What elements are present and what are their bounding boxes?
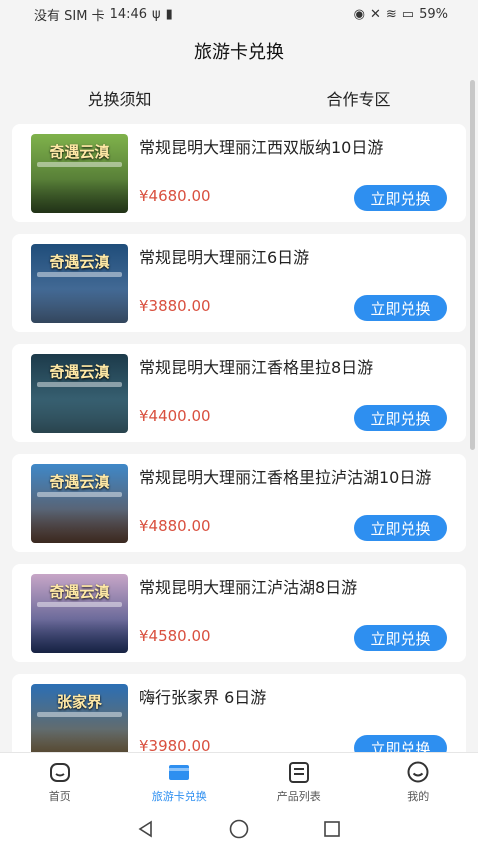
thumbnail-strip [37, 712, 122, 717]
carrier-text: 没有 SIM 卡 [34, 8, 105, 24]
thumbnail-shade [31, 179, 128, 213]
product-title: 常规昆明大理丽江香格里拉8日游 [139, 358, 374, 377]
mute-icon: ✕ [369, 6, 381, 22]
product-card[interactable]: 奇遇云滇 常规昆明大理丽江香格里拉泸沽湖10日游 ¥4880.00 立即兑换 [12, 454, 466, 552]
redeem-button[interactable]: 立即兑换 [354, 185, 447, 211]
nav-item-profile[interactable]: 我的 [359, 753, 478, 809]
home-circle-icon[interactable] [228, 818, 250, 840]
product-price: ¥4400.00 [139, 407, 211, 425]
product-card[interactable]: 奇遇云滇 常规昆明大理丽江香格里拉8日游 ¥4400.00 立即兑换 [12, 344, 466, 442]
product-title: 嗨行张家界 6日游 [139, 688, 267, 707]
product-card[interactable]: 奇遇云滇 常规昆明大理丽江6日游 ¥3880.00 立即兑换 [12, 234, 466, 332]
thumbnail-caption: 奇遇云滇 [49, 583, 110, 601]
thumbnail-shade [31, 509, 128, 543]
thumbnail-shade [31, 619, 128, 653]
battery-icon: ▭ [401, 6, 415, 22]
card-icon [169, 764, 190, 780]
redeem-button[interactable]: 立即兑换 [354, 405, 447, 431]
thumbnail-strip [37, 162, 122, 167]
nav-label: 产品列表 [276, 789, 321, 803]
wifi-icon: ≋ [385, 6, 397, 22]
product-price: ¥4580.00 [139, 627, 211, 645]
status-left: 没有 SIM 卡 14:46 ψ ▮ [34, 5, 173, 24]
product-thumbnail: 奇遇云滇 [31, 574, 128, 653]
product-price: ¥3880.00 [139, 297, 211, 315]
product-title: 常规昆明大理丽江香格里拉泸沽湖10日游 [139, 468, 432, 487]
thumbnail-caption: 奇遇云滇 [49, 143, 110, 161]
product-thumbnail: 奇遇云滇 [31, 354, 128, 433]
product-card[interactable]: 奇遇云滇 常规昆明大理丽江西双版纳10日游 ¥4680.00 立即兑换 [12, 124, 466, 222]
page-title: 旅游卡兑换 [194, 42, 284, 63]
product-title: 常规昆明大理丽江6日游 [139, 248, 310, 267]
tab-redeem-notice[interactable]: 兑换须知 [0, 76, 239, 120]
thumbnail-strip [37, 272, 122, 277]
usb-icon: ψ [152, 6, 161, 22]
thumbnail-caption: 奇遇云滇 [49, 363, 110, 381]
scrollbar[interactable] [470, 80, 475, 450]
product-title: 常规昆明大理丽江泸沽湖8日游 [139, 578, 358, 597]
product-title: 常规昆明大理丽江西双版纳10日游 [139, 138, 384, 157]
notification-icon: ▮ [165, 6, 173, 22]
system-navigation [0, 808, 478, 850]
product-thumbnail: 奇遇云滇 [31, 244, 128, 323]
product-price: ¥4880.00 [139, 517, 211, 535]
nav-item-card-redeem[interactable]: 旅游卡兑换 [120, 753, 240, 809]
tab-partner-zone[interactable]: 合作专区 [239, 76, 478, 120]
status-bar: 没有 SIM 卡 14:46 ψ ▮ ◉ ✕ ≋ ▭ 59% [0, 0, 478, 28]
page-title-bar: 旅游卡兑换 [0, 28, 478, 74]
product-card[interactable]: 奇遇云滇 常规昆明大理丽江泸沽湖8日游 ¥4580.00 立即兑换 [12, 564, 466, 662]
product-thumbnail: 奇遇云滇 [31, 464, 128, 543]
redeem-button[interactable]: 立即兑换 [354, 625, 447, 651]
thumbnail-strip [37, 602, 122, 607]
nav-label: 旅游卡兑换 [151, 789, 207, 803]
nav-item-product-list[interactable]: 产品列表 [239, 753, 359, 809]
eye-icon: ◉ [353, 6, 365, 22]
home-icon [49, 762, 70, 782]
product-price: ¥4680.00 [139, 187, 211, 205]
back-icon[interactable] [136, 819, 156, 839]
redeem-button[interactable]: 立即兑换 [354, 515, 447, 541]
thumbnail-strip [37, 492, 122, 497]
product-thumbnail: 奇遇云滇 [31, 134, 128, 213]
thumbnail-shade [31, 289, 128, 323]
segment-tabs: 兑换须知 合作专区 [0, 76, 478, 120]
profile-icon [407, 761, 429, 782]
thumbnail-caption: 奇遇云滇 [49, 473, 110, 491]
nav-label: 首页 [48, 789, 71, 803]
thumbnail-shade [31, 399, 128, 433]
redeem-button[interactable]: 立即兑换 [354, 295, 447, 321]
thumbnail-caption: 张家界 [56, 693, 102, 711]
nav-item-home[interactable]: 首页 [0, 753, 120, 809]
battery-percent: 59% [419, 6, 448, 22]
clock-text: 14:46 [109, 6, 148, 22]
nav-label: 我的 [407, 789, 430, 803]
status-right: ◉ ✕ ≋ ▭ 59% [354, 7, 448, 22]
bottom-nav: 首页 旅游卡兑换 产品列表 我的 [0, 752, 478, 809]
thumbnail-caption: 奇遇云滇 [49, 253, 110, 271]
recents-icon[interactable] [322, 819, 342, 839]
product-list: 奇遇云滇 常规昆明大理丽江西双版纳10日游 ¥4680.00 立即兑换 奇遇云滇… [12, 124, 466, 784]
list-icon [288, 761, 309, 783]
thumbnail-strip [37, 382, 122, 387]
